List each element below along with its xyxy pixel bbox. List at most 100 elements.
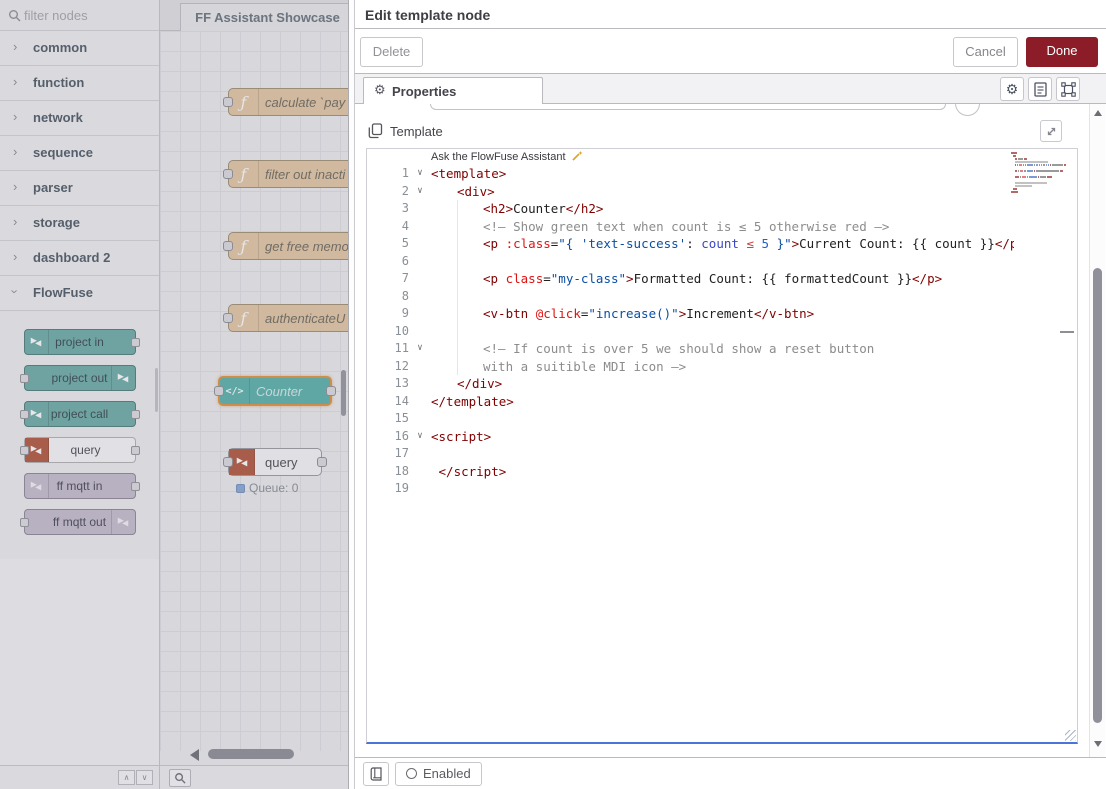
node-port[interactable] xyxy=(20,518,29,527)
tray-scrollbar-thumb[interactable] xyxy=(1093,268,1102,723)
node-port[interactable] xyxy=(20,410,29,419)
node-port[interactable] xyxy=(317,457,327,467)
zoom-search-button[interactable] xyxy=(169,769,191,787)
assistant-placeholder[interactable]: Ask the FlowFuse Assistant xyxy=(431,150,583,165)
collapse-all-button[interactable]: ∧ xyxy=(118,770,135,785)
expand-editor-button[interactable] xyxy=(1040,120,1062,142)
library-button[interactable] xyxy=(363,762,389,786)
line-number: 17 xyxy=(367,445,409,463)
palette-node-project-in[interactable]: project in xyxy=(24,329,136,355)
enabled-toggle-button[interactable]: Enabled xyxy=(395,762,482,786)
palette-category-sequence[interactable]: ›sequence xyxy=(0,136,159,171)
workspace-hscrollbar[interactable] xyxy=(208,749,294,759)
scrolled-name-field[interactable] xyxy=(430,104,946,110)
node-port[interactable] xyxy=(20,446,29,455)
scrolled-circle-button[interactable] xyxy=(955,104,980,116)
category-label: storage xyxy=(33,215,80,230)
node-description-button[interactable] xyxy=(1028,77,1052,101)
code-text: with a suitible MDI icon —> xyxy=(431,358,1014,376)
minimap[interactable] xyxy=(1011,152,1067,194)
node-port[interactable] xyxy=(326,386,336,396)
tray-resize-handle[interactable] xyxy=(348,0,355,789)
delete-button[interactable]: Delete xyxy=(360,37,423,67)
status-dot-icon xyxy=(236,484,245,493)
palette-category-parser[interactable]: ›parser xyxy=(0,171,159,206)
node-settings-button[interactable]: ⚙ xyxy=(1000,77,1024,101)
chevron-icon: › xyxy=(8,289,23,293)
node-port[interactable] xyxy=(131,410,140,419)
magic-wand-icon xyxy=(571,150,583,162)
editor-resize-grip[interactable] xyxy=(1065,730,1076,741)
node-port[interactable] xyxy=(131,338,140,347)
node-port[interactable] xyxy=(131,482,140,491)
code-line-2: 2∨<div> xyxy=(367,183,1077,201)
hscroll-left-arrow-icon[interactable] xyxy=(190,749,199,761)
node-port[interactable] xyxy=(223,169,233,179)
flow-tab[interactable]: FF Assistant Showcase xyxy=(180,3,348,31)
palette-node-ff-mqtt-in[interactable]: ff mqtt in xyxy=(24,473,136,499)
code-line-12: 12with a suitible MDI icon —> xyxy=(367,358,1077,376)
palette-category-FlowFuse[interactable]: › FlowFuse xyxy=(0,276,159,311)
node-port[interactable] xyxy=(223,457,233,467)
palette-footer: ∧ ∨ xyxy=(0,765,159,789)
palette-node-query[interactable]: query xyxy=(24,437,136,463)
code-line-13: 13</div> xyxy=(367,375,1077,393)
flow-node-counter[interactable]: </>Counter xyxy=(218,376,332,406)
palette-node-project-out[interactable]: project out xyxy=(24,365,136,391)
node-port[interactable] xyxy=(223,313,233,323)
node-port[interactable] xyxy=(20,374,29,383)
fold-arrow-icon[interactable]: ∨ xyxy=(413,183,427,201)
tab-properties-label: Properties xyxy=(392,84,456,99)
node-port[interactable] xyxy=(131,446,140,455)
fold-arrow-icon[interactable]: ∨ xyxy=(413,428,427,446)
expand-diagonal-icon xyxy=(1046,126,1057,137)
node-icon-block: </> xyxy=(220,378,250,404)
flow-node-calculate-pay[interactable]: ƒcalculate `pay xyxy=(228,88,348,116)
code-line-15: 15 xyxy=(367,410,1077,428)
line-number: 11 xyxy=(367,340,409,358)
palette-scrollbar[interactable] xyxy=(155,368,158,412)
fold-arrow-icon[interactable]: ∨ xyxy=(413,340,427,358)
palette-node-ff-mqtt-out[interactable]: ff mqtt out xyxy=(24,509,136,535)
tray-scrollbar xyxy=(1089,104,1105,757)
scroll-up-arrow-icon[interactable] xyxy=(1094,110,1102,116)
code-text: <script> xyxy=(431,428,1014,446)
template-code-editor[interactable]: Ask the FlowFuse Assistant 1∨<template>2… xyxy=(366,148,1078,744)
scroll-down-arrow-icon[interactable] xyxy=(1094,741,1102,747)
node-port[interactable] xyxy=(214,386,224,396)
workspace-footer xyxy=(160,765,348,789)
code-template-icon: </> xyxy=(225,386,243,397)
expand-all-button[interactable]: ∨ xyxy=(136,770,153,785)
palette-category-function[interactable]: ›function xyxy=(0,66,159,101)
flow-node-filter-out-inacti[interactable]: ƒfilter out inacti xyxy=(228,160,348,188)
book-icon xyxy=(370,767,383,781)
palette-category-network[interactable]: ›network xyxy=(0,101,159,136)
tray-tab-row: ⚙ Properties ⚙ xyxy=(355,74,1106,104)
chevron-icon: › xyxy=(13,214,17,229)
flow-workspace: FF Assistant Showcase ƒcalculate `pay ƒfi… xyxy=(160,0,348,765)
filter-nodes-input[interactable] xyxy=(24,4,150,26)
status-text: Queue: 0 xyxy=(249,481,298,495)
node-appearance-button[interactable] xyxy=(1056,77,1080,101)
flow-node-query[interactable]: query xyxy=(228,448,322,476)
palette-category-common[interactable]: ›common xyxy=(0,31,159,66)
code-text: <p :class="{ 'text-success': count ≤ 5 }… xyxy=(431,235,1014,253)
done-button[interactable]: Done xyxy=(1026,37,1098,67)
node-port[interactable] xyxy=(223,241,233,251)
flow-node-get-free-memo[interactable]: ƒget free memo xyxy=(228,232,348,260)
palette-category-storage[interactable]: › storage xyxy=(0,206,159,241)
node-port[interactable] xyxy=(223,97,233,107)
workspace-vscrollbar[interactable] xyxy=(341,370,346,416)
project-bowtie-icon xyxy=(235,455,249,469)
palette-category-dashboard-2[interactable]: ›dashboard 2 xyxy=(0,241,159,276)
palette-node-project-call[interactable]: project call xyxy=(24,401,136,427)
tab-properties[interactable]: ⚙ Properties xyxy=(363,77,543,104)
category-label: FlowFuse xyxy=(33,285,93,300)
code-line-3: 3<h2>Counter</h2> xyxy=(367,200,1077,218)
code-line-9: 9<v-btn @click="increase()">Increment</v… xyxy=(367,305,1077,323)
code-text: </template> xyxy=(431,393,1014,411)
fold-arrow-icon[interactable]: ∨ xyxy=(413,165,427,183)
cancel-button[interactable]: Cancel xyxy=(953,37,1018,67)
palette-node-label: project out xyxy=(25,371,135,385)
flow-node-authenticateu[interactable]: ƒauthenticateU xyxy=(228,304,348,332)
